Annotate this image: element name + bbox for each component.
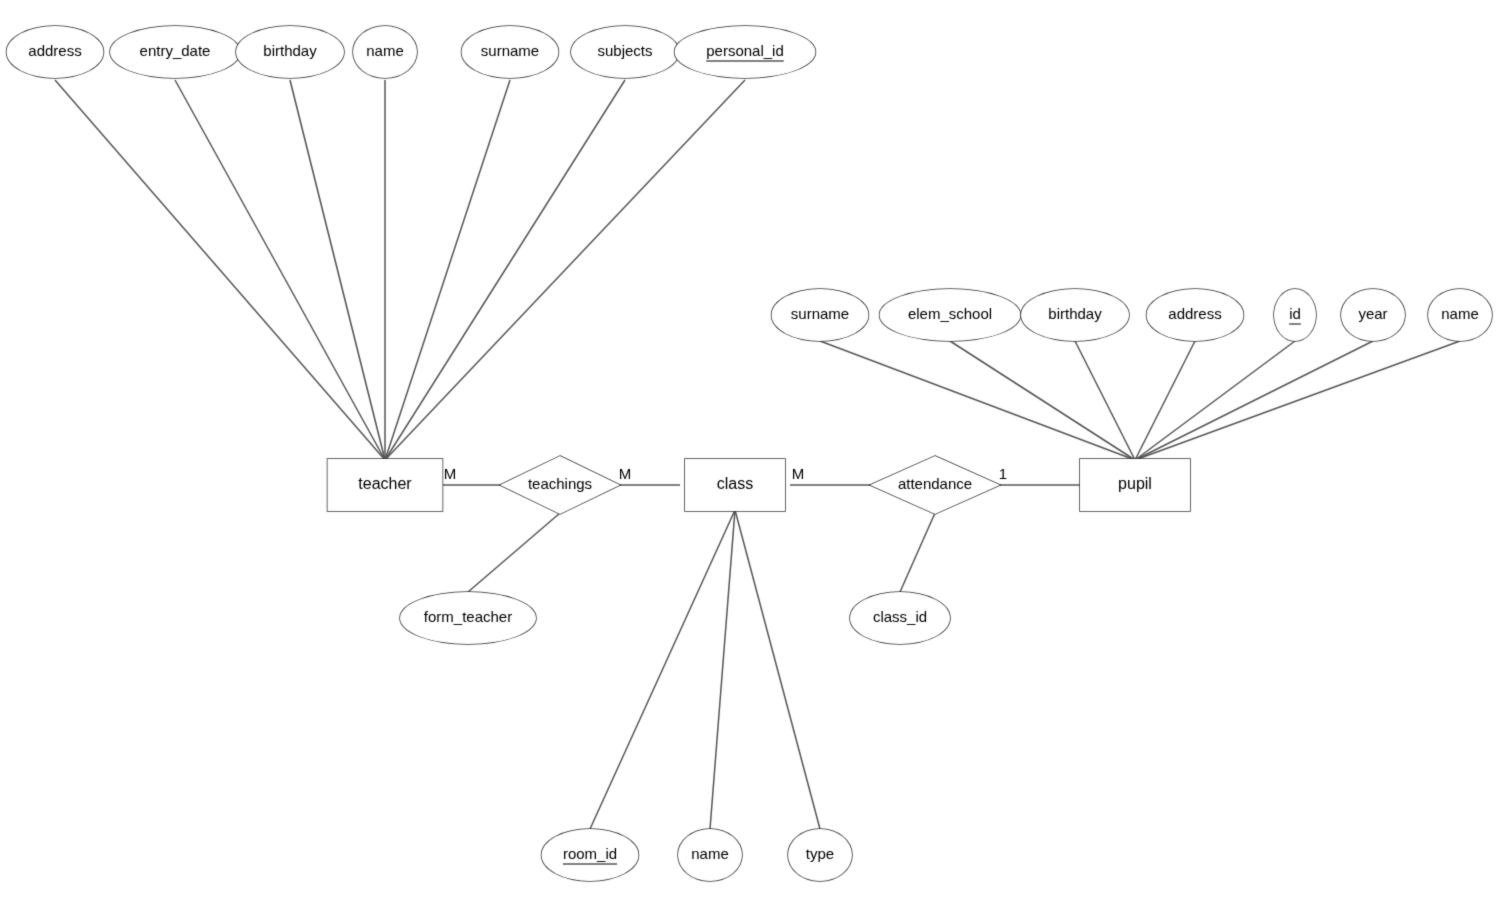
er-diagram-canvas <box>0 0 1500 904</box>
